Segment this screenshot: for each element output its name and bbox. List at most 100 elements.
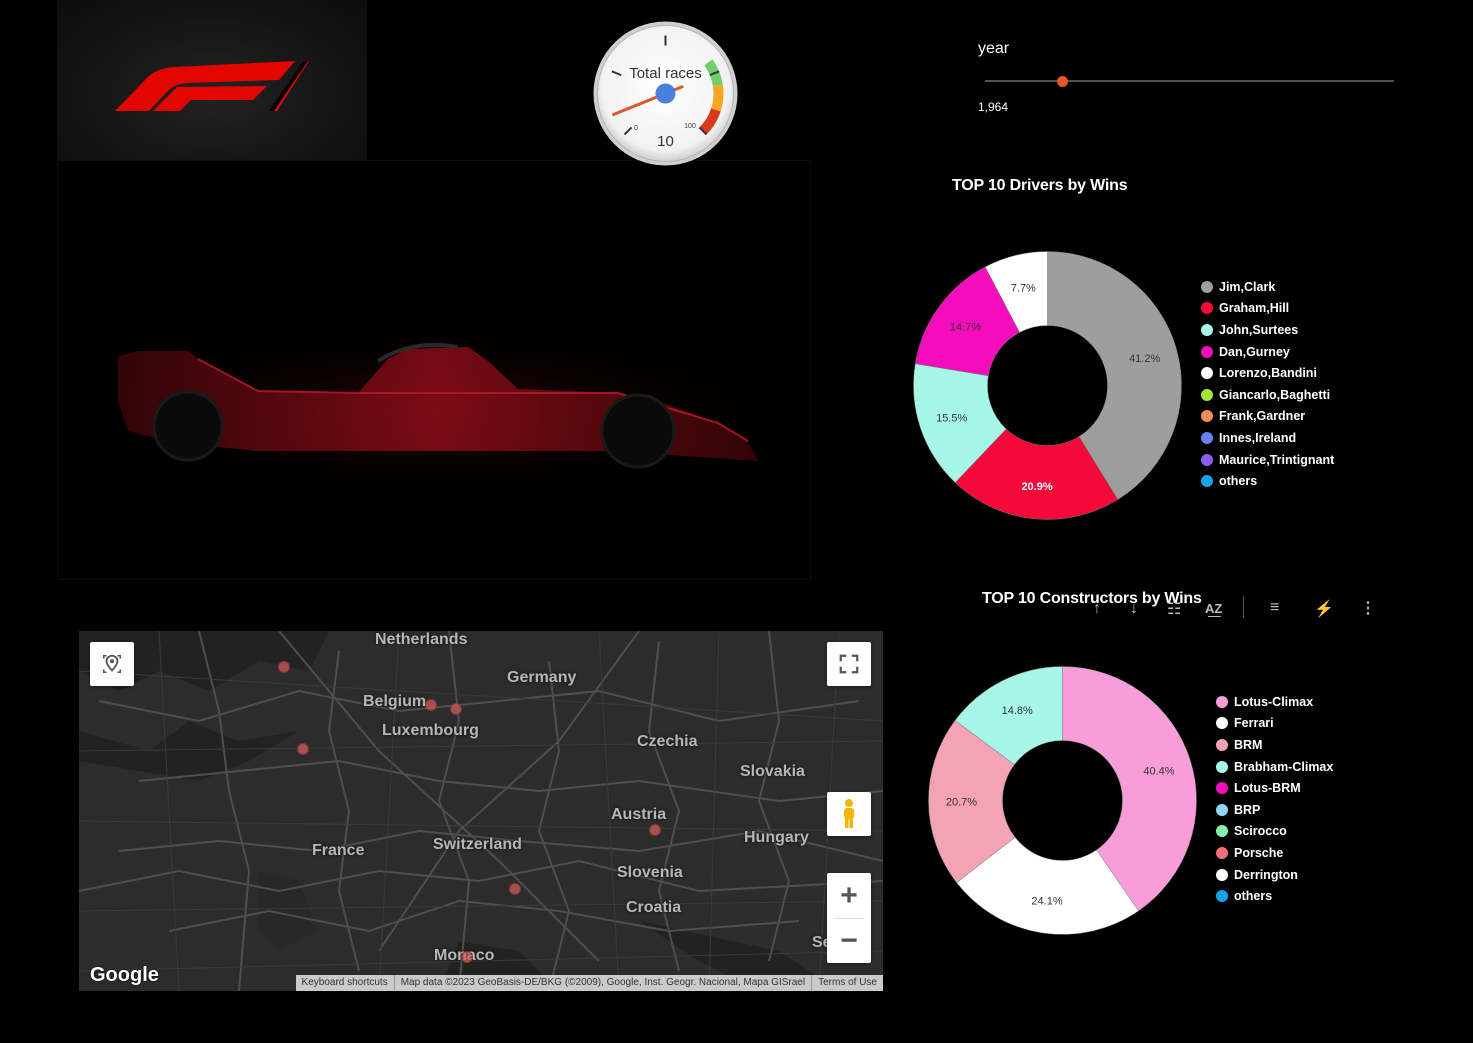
map-label-slovenia: Slovenia xyxy=(617,864,683,881)
year-slider-value: 1,964 xyxy=(978,100,1009,114)
legend-swatch xyxy=(1201,345,1213,358)
legend-swatch xyxy=(1216,825,1228,838)
legend-label: Brabham-Climax xyxy=(1234,759,1334,774)
map-label-austria: Austria xyxy=(611,806,667,823)
legend-label: others xyxy=(1234,889,1273,904)
legend-item[interactable]: Lotus-Climax xyxy=(1216,691,1333,713)
legend-swatch xyxy=(1216,717,1228,730)
legend-label: BRP xyxy=(1234,802,1261,817)
legend-label: Giancarlo,Baghetti xyxy=(1219,387,1331,402)
legend-swatch xyxy=(1201,280,1213,293)
legend-swatch xyxy=(1216,868,1228,881)
legend-item[interactable]: Lotus-BRM xyxy=(1216,777,1333,799)
sort-up-icon[interactable]: ↑ xyxy=(1093,600,1101,618)
legend-item[interactable]: Jim,Clark xyxy=(1201,276,1334,298)
gauge-label: Total races xyxy=(629,65,702,82)
terms-of-use-link[interactable]: Terms of Use xyxy=(811,975,883,991)
legend-label: Jim,Clark xyxy=(1219,279,1276,294)
donut-slice-label: 15.5% xyxy=(936,413,967,425)
sort-down-icon[interactable]: ↓ xyxy=(1130,600,1138,618)
legend-label: Frank,Gardner xyxy=(1219,409,1306,424)
legend-label: BRM xyxy=(1234,737,1263,752)
map-attribution-bar: Keyboard shortcuts Map data ©2023 GeoBas… xyxy=(295,975,883,991)
constructors-donut-chart[interactable]: 40.4% 24.1% 20.7% 14.8% xyxy=(925,663,1200,938)
lightning-icon[interactable]: ⚡ xyxy=(1314,599,1334,619)
location-pin-icon xyxy=(103,654,121,673)
legend-item[interactable]: Derrington xyxy=(1216,864,1333,886)
legend-swatch xyxy=(1201,475,1213,488)
year-slider-thumb[interactable] xyxy=(1057,76,1069,87)
race-location-marker[interactable] xyxy=(297,743,309,755)
legend-label: Graham,Hill xyxy=(1219,301,1290,316)
legend-item[interactable]: Dan,Gurney xyxy=(1201,341,1334,363)
donut-slice-label: 14.8% xyxy=(1002,705,1033,717)
legend-swatch xyxy=(1216,890,1228,903)
year-slider-track[interactable] xyxy=(985,80,1394,82)
race-location-marker[interactable] xyxy=(649,824,661,836)
legend-label: others xyxy=(1219,474,1258,489)
legend-item[interactable]: Maurice,Trintignant xyxy=(1201,449,1334,471)
pegman-icon xyxy=(844,799,854,828)
legend-swatch xyxy=(1216,803,1228,816)
zoom-out-button[interactable]: − xyxy=(827,919,871,963)
legend-swatch xyxy=(1216,738,1228,751)
car-image-panel xyxy=(57,160,811,580)
legend-label: Lotus-Climax xyxy=(1234,694,1314,709)
legend-item[interactable]: BRM xyxy=(1216,734,1333,756)
race-location-marker[interactable] xyxy=(278,661,290,673)
legend-item[interactable]: Porsche xyxy=(1216,842,1333,864)
legend-label: Derrington xyxy=(1234,867,1298,882)
donut-slice-label: 20.7% xyxy=(946,796,977,808)
legend-item[interactable]: Ferrari xyxy=(1216,713,1333,735)
map-label-czechia: Czechia xyxy=(637,733,698,750)
zoom-in-button[interactable]: + xyxy=(827,874,871,918)
legend-item[interactable]: BRP xyxy=(1216,799,1333,821)
sort-az-icon[interactable]: A͟Z xyxy=(1205,601,1222,616)
legend-swatch xyxy=(1201,323,1213,336)
gauge-max-label: 100 xyxy=(684,123,696,130)
fullscreen-button[interactable] xyxy=(827,642,871,686)
legend-item[interactable]: Frank,Gardner xyxy=(1201,406,1334,428)
legend-swatch xyxy=(1216,846,1228,859)
legend-item[interactable]: Innes,Ireland xyxy=(1201,427,1334,449)
race-location-marker[interactable] xyxy=(450,703,462,715)
map-label-france: France xyxy=(312,842,365,859)
map-roads xyxy=(79,631,883,991)
google-logo: Google xyxy=(90,964,159,986)
map-label-switzerland: Switzerland xyxy=(433,836,522,853)
drivers-legend: Jim,Clark Graham,Hill John,Surtees Dan,Gurn… xyxy=(1201,276,1334,492)
street-view-pegman-button[interactable] xyxy=(827,792,871,836)
legend-swatch xyxy=(1201,367,1213,380)
race-location-marker[interactable] xyxy=(425,699,437,711)
legend-item[interactable]: John,Surtees xyxy=(1201,319,1334,341)
more-options-icon[interactable]: ⋮ xyxy=(1360,598,1376,618)
filter-icon[interactable]: ≡ xyxy=(1270,599,1279,617)
constructors-legend: Lotus-Climax Ferrari BRM Brabham-Climax Lotu… xyxy=(1216,691,1333,907)
legend-swatch xyxy=(1216,695,1228,708)
map-label-slovakia: Slovakia xyxy=(740,763,805,780)
donut-slice-label: 7.7% xyxy=(1011,282,1036,294)
drivers-donut-chart[interactable]: 41.2% 20.9% 15.5% 14.7% 7.7% xyxy=(910,248,1185,523)
donut-slice-label: 20.9% xyxy=(1021,481,1052,493)
map-label-luxembourg: Luxembourg xyxy=(382,722,479,739)
race-locations-map[interactable]: Netherlands Belgium Germany Luxembourg C… xyxy=(79,631,883,991)
race-location-marker[interactable] xyxy=(509,883,521,895)
legend-swatch xyxy=(1201,453,1213,466)
drill-down-icon[interactable]: ☷ xyxy=(1167,599,1181,619)
map-label-croatia: Croatia xyxy=(626,899,682,916)
legend-item[interactable]: Scirocco xyxy=(1216,821,1333,843)
legend-item[interactable]: Graham,Hill xyxy=(1201,298,1334,320)
legend-item[interactable]: others xyxy=(1216,885,1333,907)
legend-label: Lorenzo,Bandini xyxy=(1219,366,1317,381)
legend-label: Lotus-BRM xyxy=(1234,781,1301,796)
map-data-attribution: Map data ©2023 GeoBasis-DE/BKG (©2009), … xyxy=(393,975,811,991)
legend-item[interactable]: Brabham-Climax xyxy=(1216,756,1333,778)
my-location-button[interactable] xyxy=(90,642,134,686)
legend-item[interactable]: Lorenzo,Bandini xyxy=(1201,362,1334,384)
legend-swatch xyxy=(1216,782,1228,795)
race-location-marker[interactable] xyxy=(461,951,473,963)
legend-item[interactable]: Giancarlo,Baghetti xyxy=(1201,384,1334,406)
keyboard-shortcuts-link[interactable]: Keyboard shortcuts xyxy=(296,975,394,991)
legend-item[interactable]: others xyxy=(1201,470,1334,492)
map-label-netherlands: Netherlands xyxy=(375,631,468,648)
